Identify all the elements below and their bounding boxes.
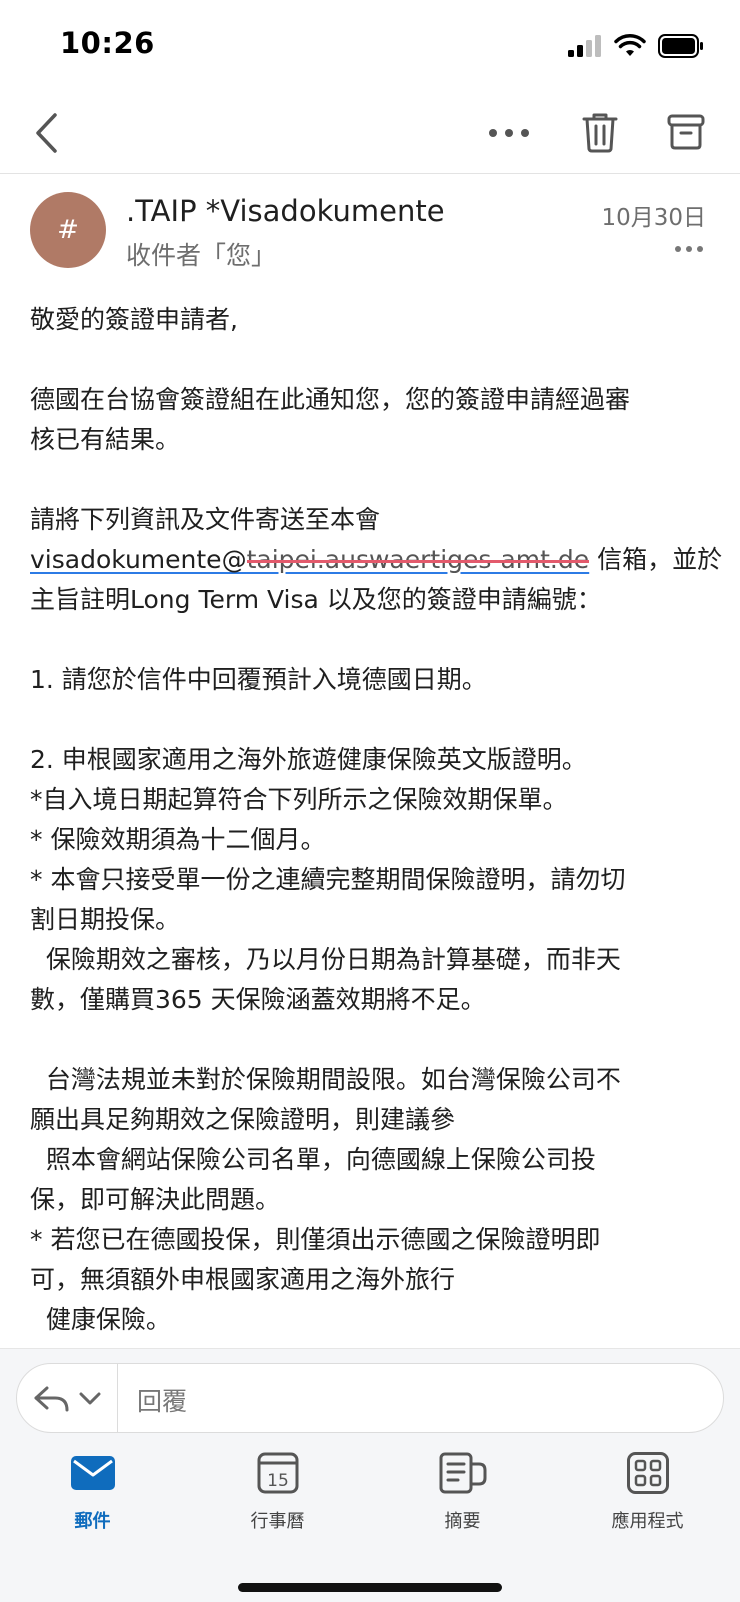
body-line: * 若您已在德國投保，則僅須出示德國之保險證明即 (30, 1225, 601, 1254)
body-line: 照本會網站保險公司名單，向德國線上保險公司投 (30, 1145, 596, 1174)
archive-button[interactable] (664, 106, 708, 158)
tab-mail[interactable]: 郵件 (0, 1449, 185, 1549)
reply-options-button[interactable] (33, 1376, 129, 1422)
body-line: 台灣法規並未對於保險期間設限。如台灣保險公司不 (30, 1065, 621, 1094)
status-time: 10:26 (60, 26, 155, 60)
body-line: 請將下列資訊及文件寄送至本會 (30, 505, 381, 534)
trash-icon (582, 113, 618, 153)
home-indicator[interactable] (238, 1583, 502, 1592)
body-line: 割日期投保。 (30, 905, 181, 934)
body-line: 健康保險。 (30, 1305, 171, 1334)
email-user: visadokumente@ (30, 545, 247, 574)
tab-apps-label: 應用程式 (611, 1511, 684, 1532)
reply-arrow-icon (34, 1386, 69, 1412)
body-line: 核已有結果。 (30, 425, 181, 454)
body-line: 願出具足夠期效之保險證明，則建議參 (30, 1105, 456, 1134)
body-line: 2. 申根國家適用之海外旅遊健康保險英文版證明。 (30, 745, 587, 774)
email-line-suffix: 信箱，並於 (589, 545, 723, 574)
status-icons (568, 34, 704, 58)
body-line: 主旨註明Long Term Visa 以及您的簽證申請編號： (30, 585, 602, 614)
bottom-panel: 回覆 郵件 15 行事曆 摘要 應用程式 (0, 1348, 740, 1602)
sender-name[interactable]: .TAIP *Visadokumente (126, 194, 445, 228)
reply-input[interactable]: 回覆 (137, 1382, 187, 1418)
cellular-signal-icon (568, 35, 601, 57)
message-header: # .TAIP *Visadokumente 收件者「您」 10月30日 (0, 180, 740, 280)
mail-icon (70, 1456, 115, 1490)
message-toolbar (0, 92, 740, 174)
archive-icon (667, 114, 705, 150)
tab-digest[interactable]: 摘要 (370, 1449, 555, 1549)
more-horizontal-icon (489, 129, 529, 137)
status-bar: 10:26 (0, 0, 740, 92)
recipient-line[interactable]: 收件者「您」 (126, 236, 276, 272)
body-line: 可，無須額外申根國家適用之海外旅行 (30, 1265, 456, 1294)
body-line: *自入境日期起算符合下列所示之保險效期保單。 (30, 785, 568, 814)
body-line: 保險期效之審核，乃以月份日期為計算基礎，而非天 (30, 945, 621, 974)
message-body: 敬愛的簽證申請者, 德國在台協會簽證組在此通知您，您的簽證申請經過審 核已有結果… (30, 300, 722, 1340)
calendar-icon: 15 (257, 1452, 298, 1494)
more-actions-button[interactable] (484, 110, 534, 156)
body-line: 1. 請您於信件中回覆預計入境德國日期。 (30, 665, 487, 694)
digest-icon (439, 1452, 486, 1494)
body-line: 數，僅購買365 天保險涵蓋效期將不足。 (30, 985, 486, 1014)
reply-divider (117, 1364, 118, 1432)
body-line: 保，即可解決此問題。 (30, 1185, 281, 1214)
chevron-left-icon (36, 113, 57, 153)
email-line: visadokumente@taipei.auswaertiges-amt.de… (30, 540, 722, 580)
back-button[interactable] (26, 108, 66, 158)
battery-icon (658, 34, 703, 58)
body-line: * 保險效期須為十二個月。 (30, 825, 326, 854)
tab-mail-label: 郵件 (74, 1511, 111, 1532)
apps-grid-icon (626, 1452, 669, 1494)
tab-digest-label: 摘要 (444, 1511, 481, 1532)
tab-calendar[interactable]: 15 行事曆 (185, 1449, 370, 1549)
body-line: 敬愛的簽證申請者, (30, 305, 238, 334)
delete-button[interactable] (578, 106, 622, 158)
sender-avatar[interactable]: # (30, 192, 106, 268)
reply-box[interactable]: 回覆 (16, 1363, 724, 1433)
email-link[interactable]: visadokumente@taipei.auswaertiges-amt.de (30, 545, 589, 574)
email-domain-redacted: taipei.auswaertiges-amt.de (246, 545, 590, 574)
message-more-icon[interactable] (674, 244, 704, 254)
tab-apps[interactable]: 應用程式 (555, 1449, 740, 1549)
calendar-day: 15 (267, 1471, 289, 1491)
body-line: * 本會只接受單一份之連續完整期間保險證明，請勿切 (30, 865, 626, 894)
chevron-down-icon (79, 1392, 101, 1405)
wifi-icon (614, 34, 646, 56)
tab-bar: 郵件 15 行事曆 摘要 應用程式 (0, 1449, 740, 1549)
body-line: 德國在台協會簽證組在此通知您，您的簽證申請經過審 (30, 385, 631, 414)
message-date: 10月30日 (601, 205, 706, 231)
tab-calendar-label: 行事曆 (250, 1511, 305, 1532)
